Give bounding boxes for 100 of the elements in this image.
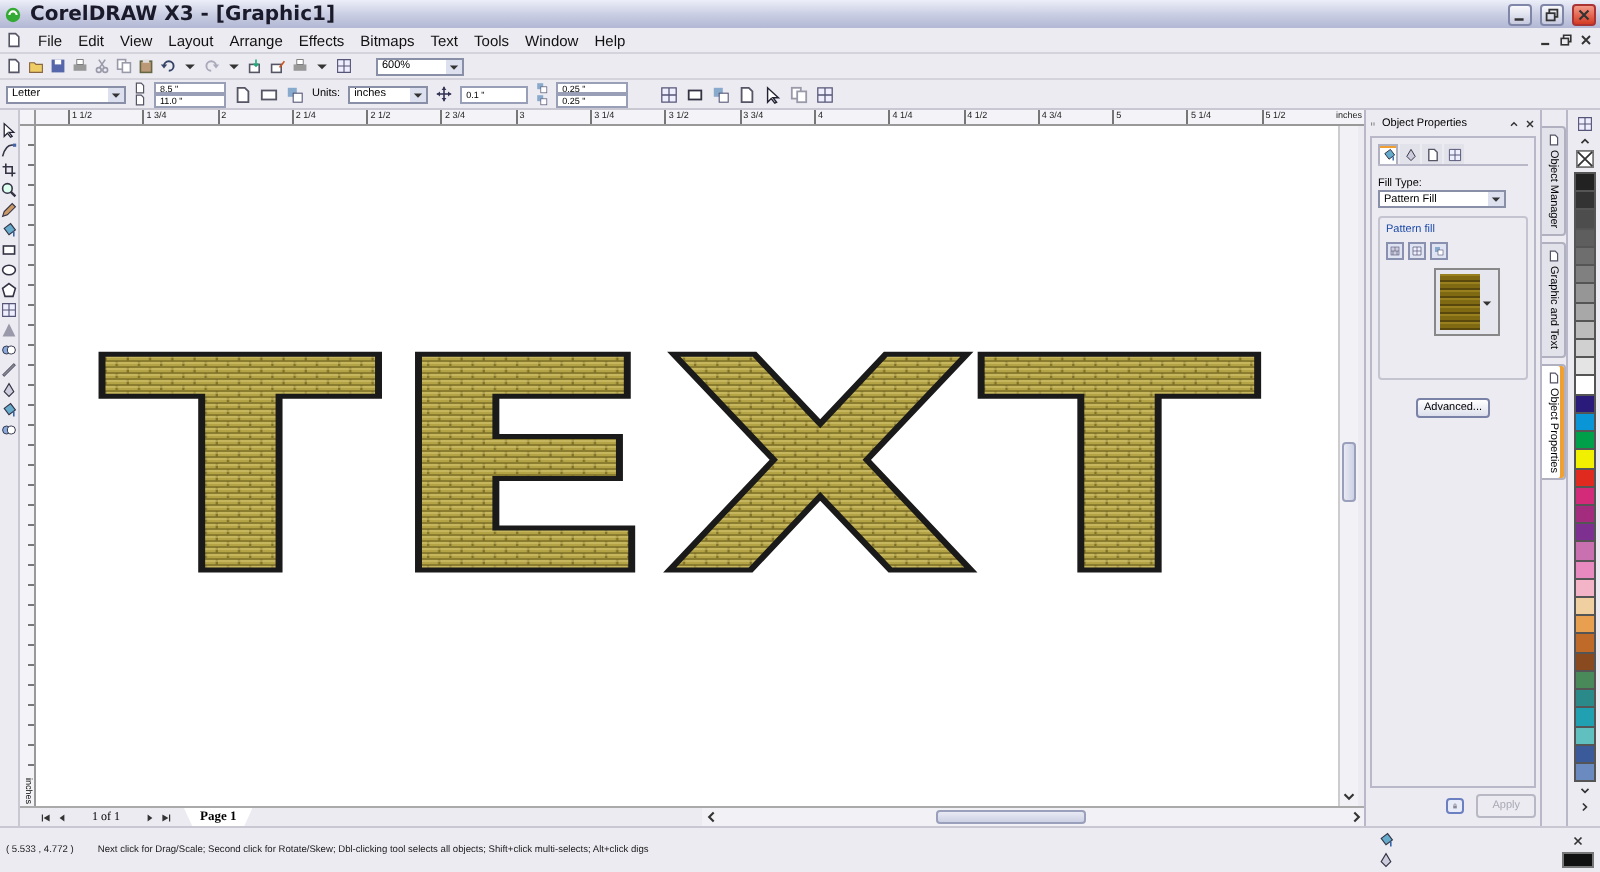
first-page-icon[interactable] — [40, 811, 52, 823]
color-swatch[interactable] — [1573, 393, 1595, 414]
property-tab[interactable] — [1378, 144, 1398, 164]
color-swatch[interactable] — [1573, 725, 1595, 746]
crop-icon[interactable] — [0, 162, 18, 178]
duplicate-y-icon — [536, 94, 549, 106]
pattern-swatch[interactable] — [1434, 268, 1500, 336]
arrow-icon[interactable] — [764, 85, 783, 103]
portrait-icon[interactable] — [234, 85, 252, 103]
color-swatch[interactable] — [1573, 706, 1595, 728]
color-swatch[interactable] — [1573, 485, 1595, 506]
lock-icon[interactable] — [1446, 798, 1465, 814]
collapse-icon[interactable] — [1508, 117, 1520, 129]
fill-icon — [1378, 832, 1394, 848]
doc-icon[interactable] — [738, 85, 757, 103]
color-swatch[interactable] — [1573, 651, 1595, 672]
pen-nib-icon — [1403, 147, 1417, 161]
color-swatch[interactable] — [1573, 614, 1595, 635]
fill-icon[interactable] — [0, 402, 18, 418]
color-swatch[interactable] — [1573, 301, 1595, 322]
scroll-down-icon[interactable] — [1340, 788, 1358, 806]
print-icon[interactable] — [72, 58, 88, 74]
fill-icon — [1381, 148, 1395, 162]
color-swatch[interactable] — [1573, 227, 1595, 248]
next-page-icon[interactable] — [144, 811, 156, 823]
landscape-icon[interactable] — [260, 85, 278, 103]
last-page-icon[interactable] — [160, 811, 172, 823]
minimize-button[interactable] — [1508, 3, 1532, 25]
circles-icon[interactable] — [0, 422, 18, 438]
previous-page-icon[interactable] — [56, 811, 68, 823]
property-tab[interactable] — [1444, 144, 1464, 164]
color-swatch[interactable] — [1573, 430, 1595, 451]
color-swatch[interactable] — [1573, 208, 1595, 230]
export-icon[interactable] — [270, 58, 286, 74]
open-folder-icon[interactable] — [28, 58, 44, 74]
copy-icon[interactable] — [790, 85, 809, 103]
property-tab[interactable] — [1422, 144, 1442, 164]
caret-icon[interactable] — [182, 58, 198, 74]
new-document-icon[interactable] — [6, 58, 22, 74]
page-width-icon — [134, 82, 146, 94]
document-restore-button[interactable] — [1558, 32, 1574, 48]
document-icon — [6, 32, 22, 48]
palette-menu-icon[interactable] — [1575, 116, 1593, 132]
color-swatch[interactable] — [1573, 688, 1595, 709]
color-swatch[interactable] — [1573, 282, 1595, 304]
color-swatch[interactable] — [1573, 264, 1595, 285]
rectangle-icon[interactable] — [0, 242, 18, 258]
save-icon[interactable] — [50, 58, 66, 74]
color-swatch[interactable] — [1573, 596, 1595, 617]
undo-icon[interactable] — [160, 58, 176, 74]
no-color-swatch-icon[interactable] — [1575, 150, 1593, 168]
polygon-icon[interactable] — [0, 282, 18, 298]
document-close-button[interactable] — [1578, 32, 1594, 48]
caret-icon[interactable] — [226, 58, 242, 74]
pen-nib-icon — [1378, 852, 1394, 868]
grid-icon[interactable] — [660, 85, 679, 103]
grid-icon[interactable] — [336, 58, 352, 74]
scroll-up-icon[interactable] — [1575, 134, 1593, 148]
color-swatch[interactable] — [1573, 319, 1595, 340]
color-swatch[interactable] — [1573, 632, 1595, 654]
grid-icon[interactable] — [0, 302, 18, 318]
close-button[interactable] — [1572, 3, 1596, 25]
zoom-icon[interactable] — [0, 182, 18, 198]
color-swatch[interactable] — [1573, 762, 1595, 783]
color-swatch[interactable] — [1573, 374, 1595, 396]
color-swatch[interactable] — [1573, 172, 1595, 193]
grid-icon — [1447, 147, 1461, 161]
color-swatch[interactable] — [1573, 522, 1595, 543]
restore-button[interactable] — [1540, 3, 1564, 25]
pen-icon[interactable] — [0, 202, 18, 218]
arrow-icon[interactable] — [0, 122, 18, 138]
eyedropper-icon[interactable] — [0, 362, 18, 378]
color-swatch[interactable] — [1573, 448, 1595, 469]
paste-icon[interactable] — [138, 58, 154, 74]
grid-icon[interactable] — [816, 85, 835, 103]
copy-icon[interactable] — [116, 58, 132, 74]
color-swatch[interactable] — [1573, 467, 1595, 488]
scrollbar-thumb[interactable] — [1342, 441, 1356, 502]
color-swatch[interactable] — [1573, 559, 1595, 580]
ellipse-icon[interactable] — [0, 262, 18, 278]
rectangle-icon[interactable] — [686, 85, 705, 103]
bucket-icon[interactable] — [0, 222, 18, 238]
import-icon[interactable] — [248, 58, 264, 74]
caret-icon — [410, 87, 427, 101]
page-height-icon — [134, 94, 146, 106]
caret-icon — [446, 59, 462, 73]
caret-icon — [108, 87, 124, 101]
color-swatch[interactable] — [1573, 190, 1595, 211]
property-tab[interactable] — [1400, 144, 1420, 164]
scrollbar-thumb[interactable] — [936, 810, 1087, 824]
color-swatch[interactable] — [1573, 356, 1595, 377]
close-icon[interactable] — [1524, 117, 1536, 129]
printer-icon[interactable] — [292, 58, 308, 74]
color-swatch[interactable] — [1573, 540, 1595, 562]
scroll-down-icon[interactable] — [1575, 784, 1593, 798]
caret-icon[interactable] — [314, 58, 330, 74]
document-icon — [1547, 250, 1559, 263]
document-icon — [1547, 371, 1559, 384]
node-icon[interactable] — [0, 142, 18, 158]
pen-nib-icon[interactable] — [0, 382, 18, 398]
